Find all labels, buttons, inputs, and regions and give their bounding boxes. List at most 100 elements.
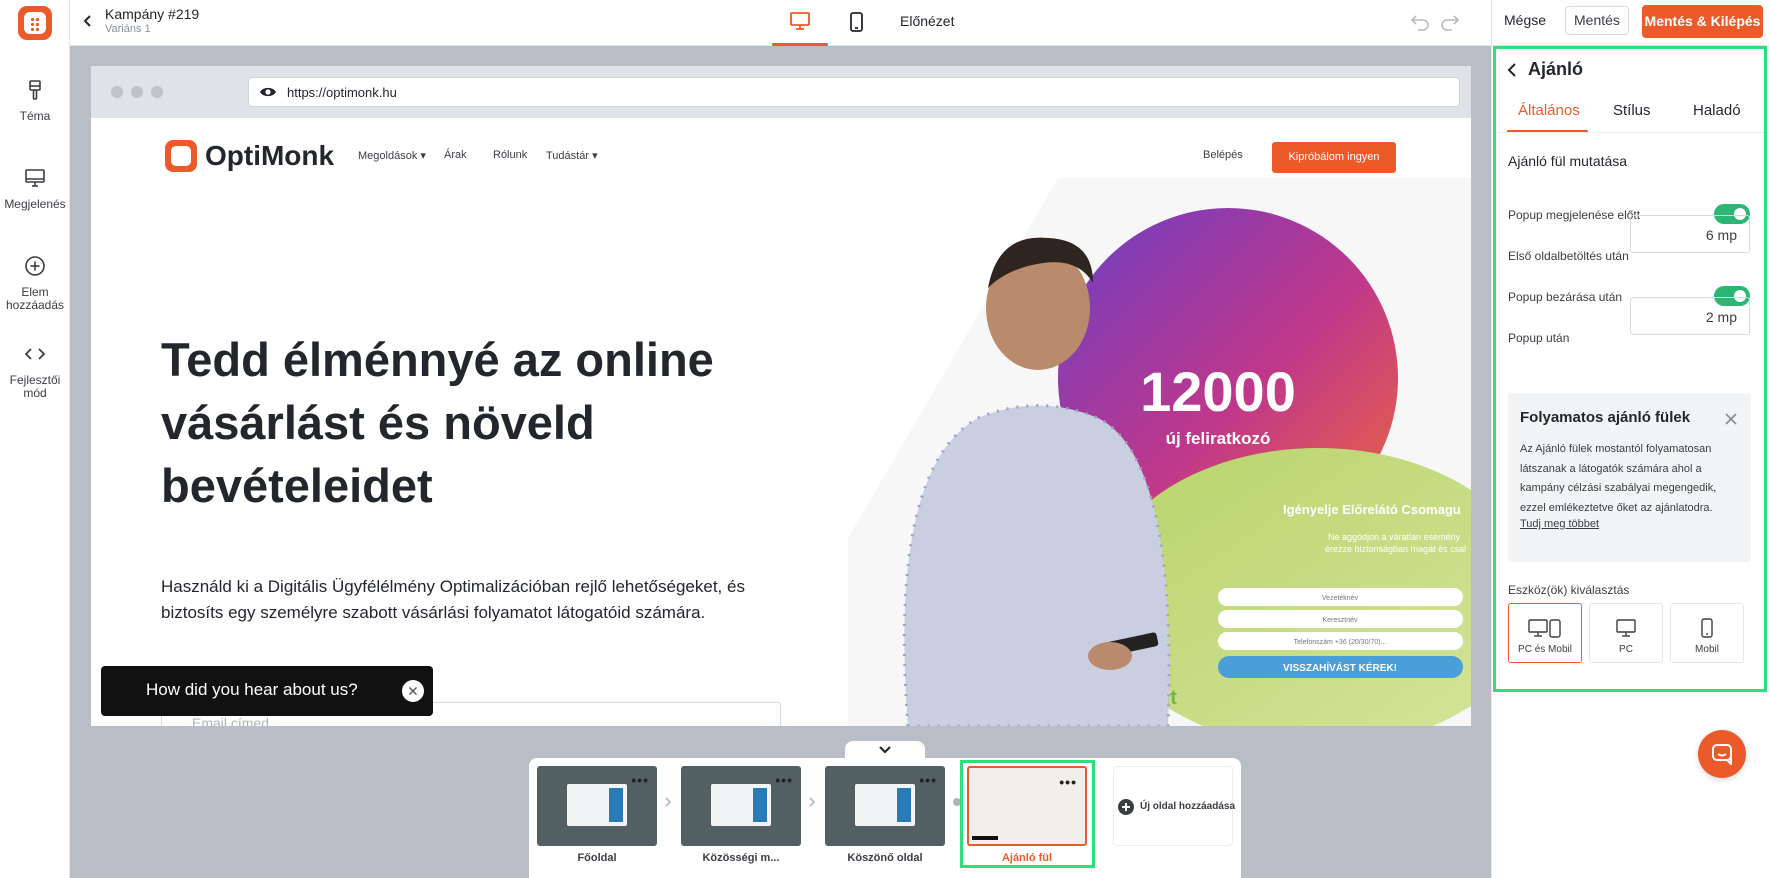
website-preview: OptiMonk Megoldások ▾ Árak Rólunk Tudást… [91, 118, 1471, 726]
device-select-label: Eszköz(ök) kiválasztás [1508, 583, 1630, 597]
window-dot [131, 86, 143, 98]
mobile-view-button[interactable] [828, 0, 884, 46]
desktop-view-button[interactable] [772, 0, 828, 46]
back-arrow-icon[interactable] [1506, 62, 1518, 78]
optimonk-logo-icon[interactable] [18, 6, 52, 40]
after-first-load-label: Első oldalbetöltés után [1508, 249, 1629, 263]
sidebar-item-label: Téma [19, 109, 51, 123]
page-thumbnail [567, 784, 627, 826]
svg-text:Keresztnév: Keresztnév [1322, 617, 1358, 624]
more-options-icon[interactable]: ••• [919, 772, 937, 788]
close-icon[interactable] [1725, 413, 1737, 425]
mobile-icon [850, 12, 863, 32]
after-first-load-input[interactable]: 6 mp [1630, 215, 1750, 253]
device-option-label: PC [1619, 644, 1633, 655]
variant-name: Variáns 1 [105, 23, 151, 35]
left-sidebar: Téma Megjelenés Elem hozzáadás Fejlesztő… [0, 0, 70, 878]
sidebar-item-label: Megjelenés [4, 197, 66, 211]
sidebar-item-appearance[interactable]: Megjelenés [0, 166, 70, 211]
caret-down-icon: ▾ [592, 150, 598, 162]
mobile-icon [1701, 618, 1713, 638]
desktop-icon [1616, 619, 1636, 637]
window-dot [151, 86, 163, 98]
site-nav-solutions: Megoldások ▾ [358, 150, 426, 162]
before-popup-label: Popup megjelenése előtt [1508, 208, 1641, 222]
teaser-close-button[interactable] [402, 680, 424, 702]
device-option-mobile[interactable]: Mobil [1670, 603, 1744, 663]
save-button[interactable]: Mentés [1565, 6, 1629, 35]
campaign-title: Kampány #219 [105, 6, 200, 22]
info-title: Folyamatos ajánló fülek [1520, 409, 1691, 426]
site-nav-knowledge: Tudástár ▾ [546, 150, 598, 162]
chat-support-button[interactable] [1698, 730, 1746, 778]
sidebar-item-label: Elem hozzáadás [5, 285, 65, 312]
caret-down-icon: ▾ [420, 150, 426, 162]
after-close-label: Popup bezárása után [1508, 290, 1623, 304]
learn-more-link[interactable]: Tudj meg többet [1520, 518, 1599, 530]
hero-image: 12000 új feliratkozó Igényelje Előrelátó… [848, 178, 1471, 726]
svg-text:új feliratkozó: új feliratkozó [1166, 429, 1271, 448]
page-url: https://optimonk.hu [287, 85, 397, 100]
sidebar-item-developer-mode[interactable]: Fejlesztői mód [0, 342, 70, 400]
tab-general[interactable]: Általános [1518, 102, 1580, 119]
plus-circle-icon [25, 256, 45, 276]
svg-text:VISSZAHÍVÁST KÉREK!: VISSZAHÍVÁST KÉREK! [1283, 661, 1397, 674]
hero-title: Tedd élménnyé az online vásárlást és növ… [161, 333, 714, 512]
site-logo-icon [165, 140, 197, 172]
close-icon [409, 687, 417, 695]
plus-circle-icon [1118, 799, 1134, 815]
back-arrow-icon[interactable] [80, 13, 96, 29]
panel-title: Ajánló [1528, 59, 1584, 79]
page-card-main[interactable]: ••• [537, 766, 657, 846]
page-card-thank-you[interactable]: ••• [825, 766, 945, 846]
more-options-icon[interactable]: ••• [775, 772, 793, 788]
page-card-social[interactable]: ••• [681, 766, 801, 846]
device-option-pc-and-mobile[interactable]: PC és Mobil [1508, 603, 1582, 663]
save-and-exit-button[interactable]: Mentés & Kilépés [1642, 5, 1763, 38]
svg-text:Vezetéknév: Vezetéknév [1322, 595, 1359, 602]
undo-icon[interactable] [1410, 13, 1430, 31]
redo-icon[interactable] [1440, 13, 1460, 31]
top-bar: Kampány #219 Variáns 1 Előnézet [70, 0, 1491, 46]
svg-text:12000: 12000 [1140, 360, 1296, 423]
desktop-and-mobile-icon [1528, 619, 1561, 638]
url-bar[interactable]: https://optimonk.hu [248, 77, 1460, 107]
after-popup-label: Popup után [1508, 331, 1570, 345]
referral-tab-teaser[interactable]: How did you hear about us? [101, 666, 433, 716]
desktop-icon [790, 12, 810, 30]
tab-advanced[interactable]: Haladó [1693, 102, 1741, 119]
top-actions: Mégse Mentés Mentés & Kilépés [1491, 0, 1769, 46]
chat-icon [1712, 744, 1732, 765]
window-dot [111, 86, 123, 98]
device-option-label: Mobil [1695, 644, 1719, 655]
page-thumbnail [711, 784, 771, 826]
hero-text: Használd ki a Digitális Ügyfélélmény Opt… [161, 577, 745, 622]
browser-chrome: https://optimonk.hu [91, 66, 1471, 118]
paint-brush-icon [29, 80, 41, 100]
chevron-right-icon [809, 797, 816, 807]
eye-icon [260, 87, 276, 97]
code-icon [24, 348, 46, 360]
tab-style[interactable]: Stílus [1613, 102, 1651, 119]
svg-text:Telefonszám +36 (20/30/70)...: Telefonszám +36 (20/30/70)... [1294, 639, 1387, 646]
chevron-down-icon [879, 746, 891, 754]
device-option-pc[interactable]: PC [1589, 603, 1663, 663]
page-label: Főoldal [577, 852, 617, 864]
device-option-label: PC és Mobil [1518, 644, 1572, 655]
sidebar-item-theme[interactable]: Téma [0, 78, 70, 123]
add-page-button[interactable]: Új oldal hozzáadása [1113, 766, 1235, 846]
cancel-button[interactable]: Mégse [1504, 12, 1546, 28]
after-popup-input[interactable]: 2 mp [1630, 297, 1750, 335]
editor-canvas: https://optimonk.hu OptiMonk Megoldások … [91, 66, 1471, 726]
more-options-icon[interactable]: ••• [631, 772, 649, 788]
active-page-highlight [960, 760, 1095, 868]
sidebar-item-label: Fejlesztői mód [9, 373, 61, 400]
collapse-strip-button[interactable] [845, 741, 925, 759]
section-title: Ajánló fül mutatása [1508, 153, 1628, 169]
page-label: Köszönő oldal [847, 852, 923, 864]
chevron-right-icon [665, 797, 672, 807]
tab-divider [1492, 132, 1769, 133]
preview-button[interactable]: Előnézet [900, 13, 954, 29]
info-text: Az Ajánló fülek mostantól folyamatosan l… [1520, 443, 1717, 514]
sidebar-item-add-element[interactable]: Elem hozzáadás [0, 254, 70, 312]
